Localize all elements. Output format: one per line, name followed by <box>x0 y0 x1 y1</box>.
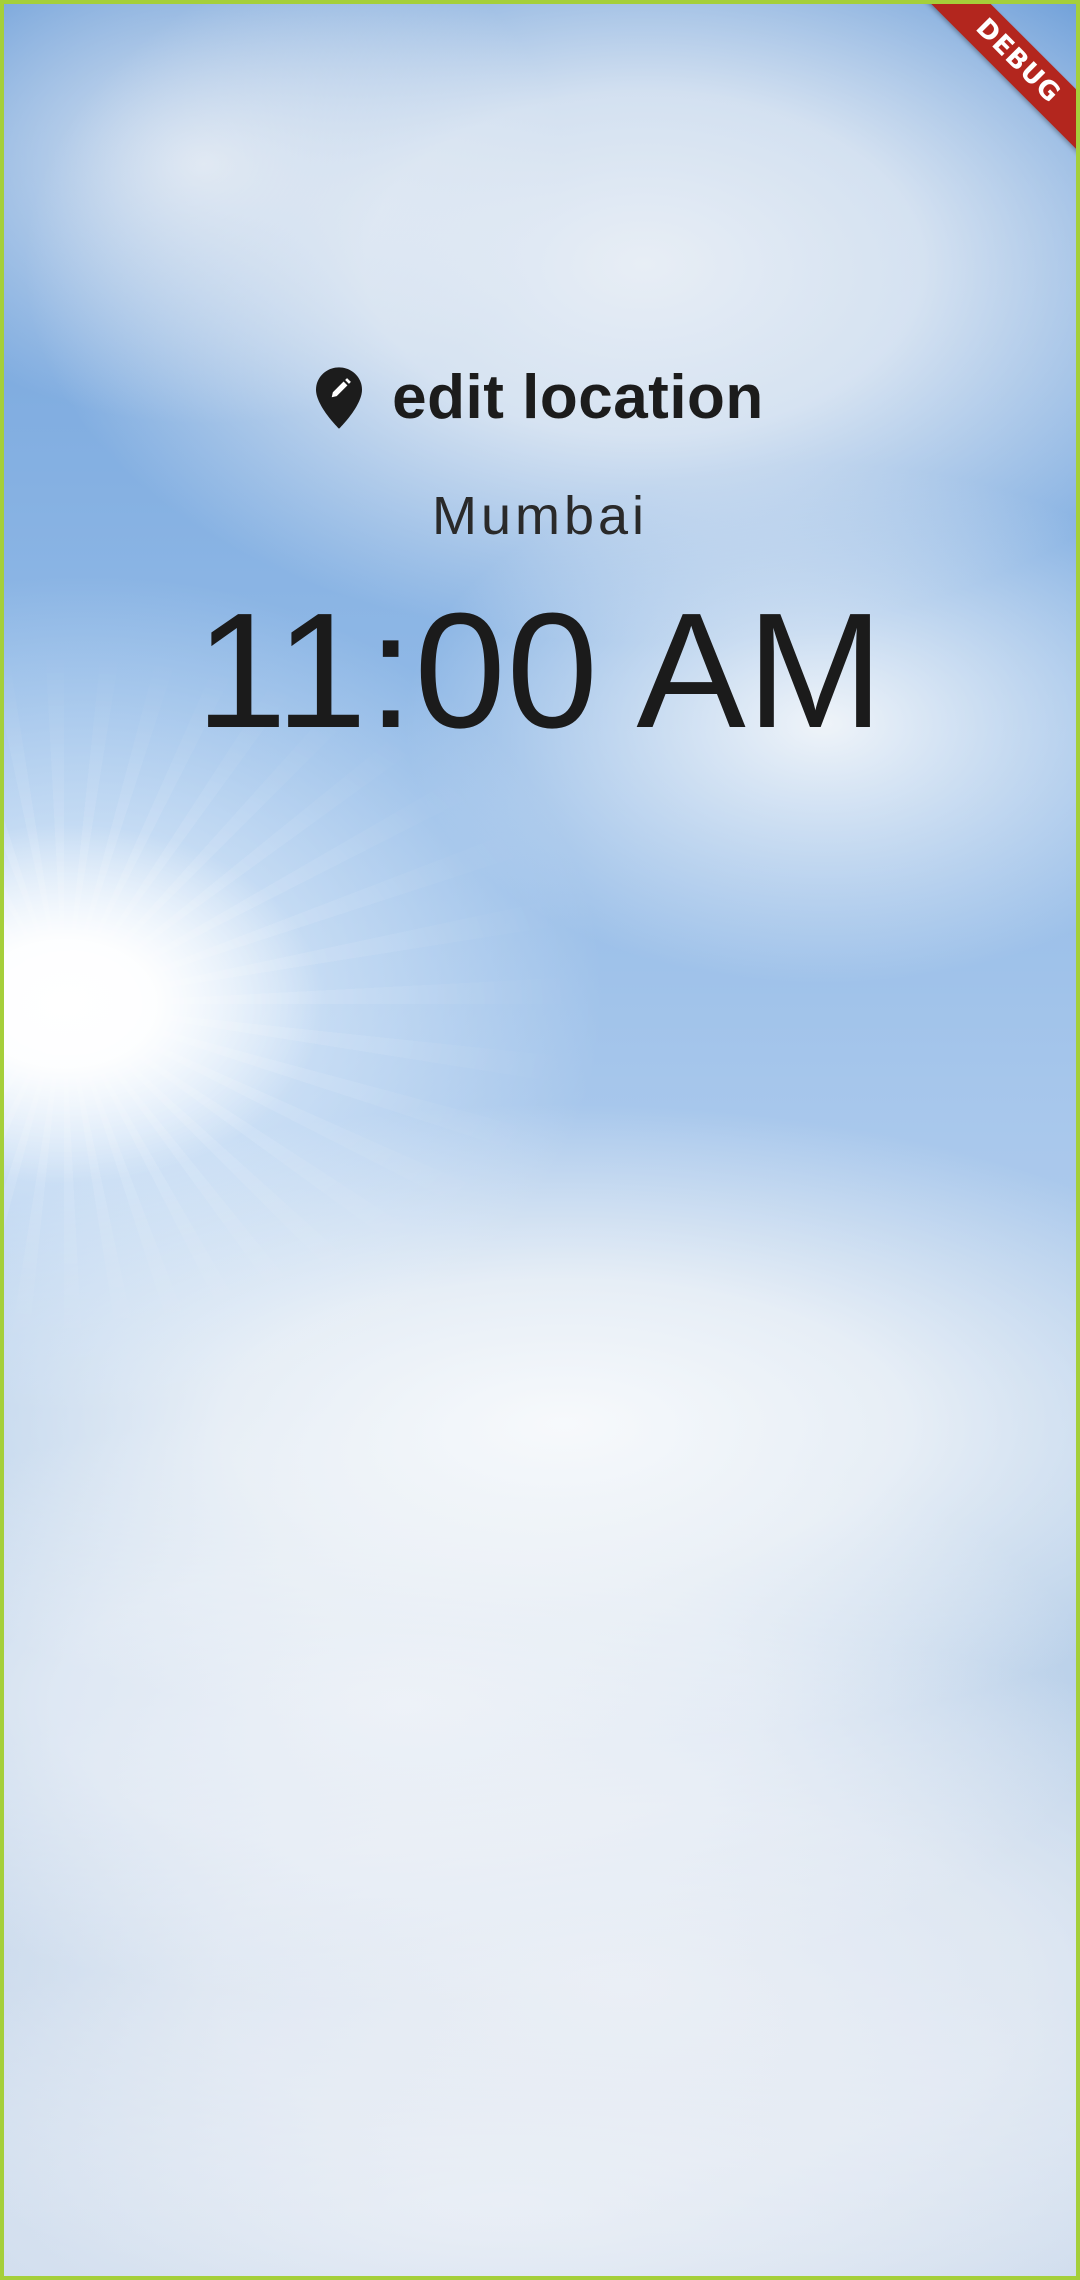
location-name: Mumbai <box>431 486 649 546</box>
time-display: 11:00 AM <box>195 579 885 762</box>
edit-location-label: edit location <box>392 363 764 432</box>
edit-location-icon <box>316 366 363 429</box>
edit-location-button[interactable]: edit location <box>316 362 764 433</box>
main-content: edit location Mumbai 11:00 AM <box>4 4 1076 753</box>
app-screen: edit location Mumbai 11:00 AM DEBUG <box>0 0 1080 2280</box>
